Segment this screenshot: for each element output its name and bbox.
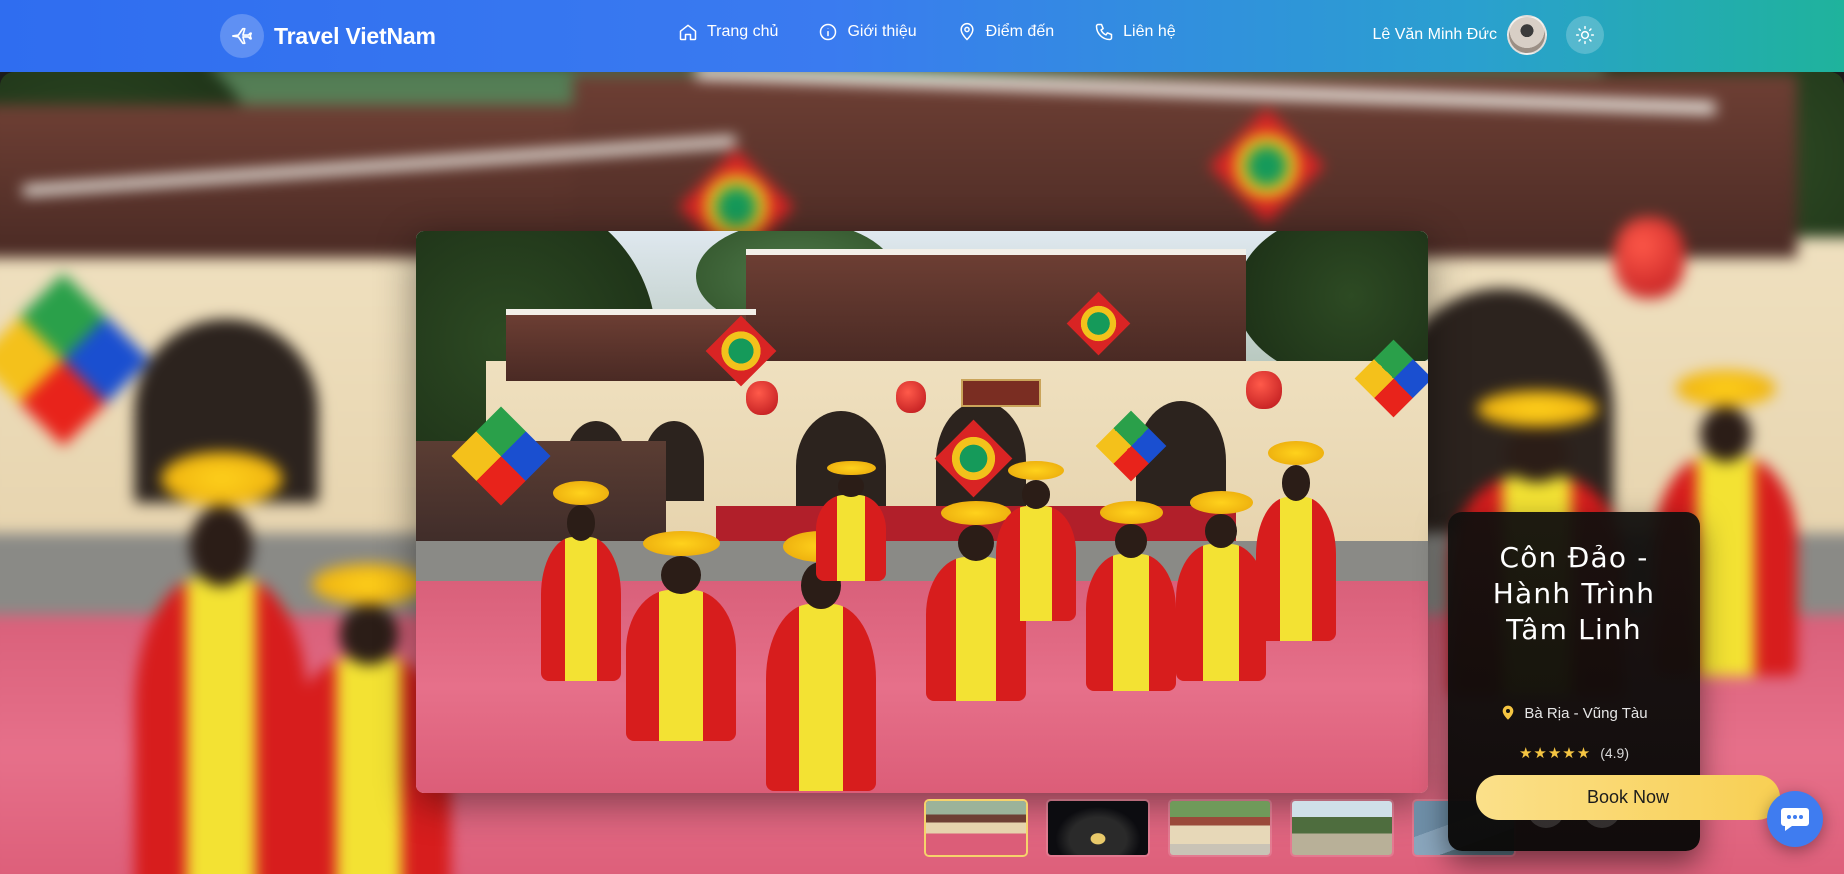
brand[interactable]: Travel VietNam — [220, 14, 436, 58]
thumbnail-strip — [924, 799, 1534, 857]
chat-bubble-icon — [1781, 808, 1809, 831]
star-rating-icons: ★★★★★ — [1518, 745, 1592, 762]
main-destination-photo[interactable] — [416, 231, 1428, 793]
destination-rating: ★★★★★ (4.9) — [1448, 744, 1700, 762]
location-label: Bà Rịa - Vũng Tàu — [1524, 704, 1648, 722]
nav-link-contact[interactable]: Liên hệ — [1094, 22, 1176, 42]
info-icon — [820, 23, 837, 41]
airplane-icon — [220, 14, 264, 58]
thumbnail-2[interactable] — [1046, 799, 1150, 857]
festival-scene — [416, 231, 1428, 793]
brand-name: Travel VietNam — [274, 22, 436, 49]
destination-title: Côn Đảo - Hành Trình Tâm Linh — [1492, 541, 1656, 646]
nav-link-label: Giới thiệu — [847, 23, 917, 40]
nav-link-home[interactable]: Trang chủ — [678, 22, 778, 42]
map-pin-icon — [1503, 705, 1514, 720]
nav-link-label: Liên hệ — [1123, 23, 1176, 40]
main-nav: Trang chủ Giới thiệu Điểm đến Liên hệ — [678, 22, 1216, 42]
nav-link-label: Trang chủ — [707, 23, 779, 40]
thumbnail-4[interactable] — [1290, 799, 1394, 857]
user-menu[interactable]: Lê Văn Minh Đức — [1372, 15, 1604, 55]
user-name: Lê Văn Minh Đức — [1372, 26, 1497, 43]
chat-button[interactable] — [1767, 791, 1823, 847]
book-now-button[interactable]: Book Now — [1476, 775, 1780, 820]
destination-location: Bà Rịa - Vũng Tàu — [1448, 704, 1700, 722]
hero-section: Côn Đảo - Hành Trình Tâm Linh Bà Rịa - V… — [0, 72, 1844, 874]
rating-value: (4.9) — [1600, 745, 1630, 761]
navbar: Travel VietNam Trang chủ Giới thiệu Điểm… — [0, 0, 1844, 72]
thumbnail-1[interactable] — [924, 799, 1028, 857]
phone-icon — [1095, 23, 1113, 41]
avatar[interactable] — [1507, 15, 1547, 55]
sun-icon — [1575, 25, 1595, 45]
home-icon — [679, 24, 697, 41]
map-pin-icon — [960, 22, 974, 41]
theme-toggle-button[interactable] — [1566, 16, 1604, 54]
nav-link-destinations[interactable]: Điểm đến — [957, 22, 1054, 42]
nav-link-about[interactable]: Giới thiệu — [818, 22, 917, 42]
nav-link-label: Điểm đến — [985, 23, 1055, 40]
thumbnail-3[interactable] — [1168, 799, 1272, 857]
